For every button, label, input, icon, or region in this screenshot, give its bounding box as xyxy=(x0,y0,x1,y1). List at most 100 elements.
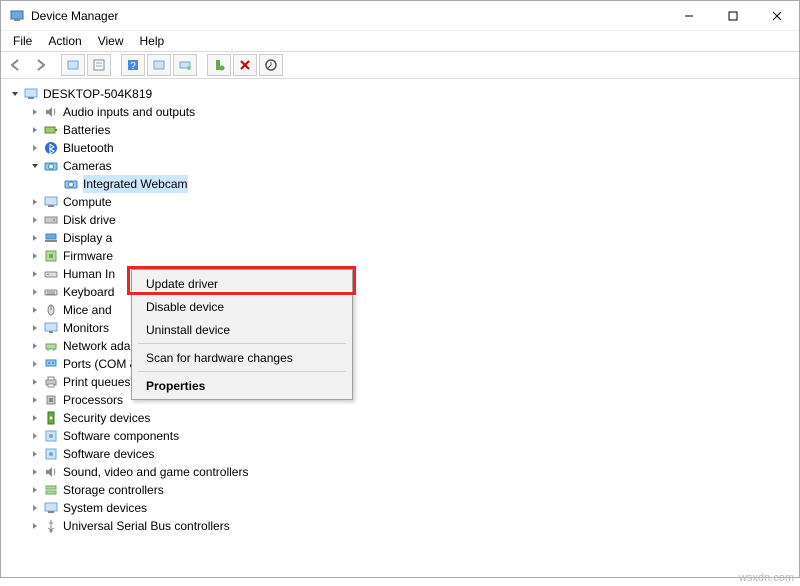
expand-toggle[interactable] xyxy=(29,124,41,136)
tree-item[interactable]: System devices xyxy=(5,499,795,517)
battery-icon xyxy=(43,122,59,138)
menu-file[interactable]: File xyxy=(5,32,40,50)
expand-toggle[interactable] xyxy=(29,304,41,316)
tree-item[interactable]: Compute xyxy=(5,193,795,211)
expand-toggle[interactable] xyxy=(29,502,41,514)
expand-toggle[interactable] xyxy=(9,88,21,100)
expand-toggle[interactable] xyxy=(29,340,41,352)
tree-item-label: Audio inputs and outputs xyxy=(63,103,195,121)
expand-toggle[interactable] xyxy=(29,430,41,442)
tree-item[interactable]: Monitors xyxy=(5,319,795,337)
expand-toggle[interactable] xyxy=(29,196,41,208)
tree-item-label: DESKTOP-504K819 xyxy=(43,85,152,103)
tree-item[interactable]: Cameras xyxy=(5,157,795,175)
expand-toggle[interactable] xyxy=(29,322,41,334)
toolbar-btn-4[interactable] xyxy=(147,54,171,76)
tree-item-label: Processors xyxy=(63,391,123,409)
minimize-button[interactable] xyxy=(667,2,711,30)
tree-item-label: Integrated Webcam xyxy=(83,175,188,193)
tree-item-label: Security devices xyxy=(63,409,150,427)
ctx-properties[interactable]: Properties xyxy=(134,374,350,397)
tree-item-label: Universal Serial Bus controllers xyxy=(63,517,230,535)
toolbar-btn-2[interactable] xyxy=(87,54,111,76)
tree-item[interactable]: Universal Serial Bus controllers xyxy=(5,517,795,535)
ctx-update-driver[interactable]: Update driver xyxy=(134,272,350,295)
tree-item-label: Firmware xyxy=(63,247,113,265)
tree-item[interactable]: Disk drive xyxy=(5,211,795,229)
close-button[interactable] xyxy=(755,2,799,30)
back-button[interactable] xyxy=(5,58,27,72)
camera-icon xyxy=(43,158,59,174)
tree-item[interactable]: Ports (COM & LPT) xyxy=(5,355,795,373)
expand-toggle[interactable] xyxy=(29,358,41,370)
menu-view[interactable]: View xyxy=(90,32,132,50)
software-icon xyxy=(43,446,59,462)
tree-item-label: Mice and xyxy=(63,301,112,319)
tree-item[interactable]: Bluetooth xyxy=(5,139,795,157)
ctx-scan-hardware[interactable]: Scan for hardware changes xyxy=(134,346,350,369)
maximize-button[interactable] xyxy=(711,2,755,30)
display-icon xyxy=(43,230,59,246)
toolbar-btn-uninstall[interactable] xyxy=(233,54,257,76)
tree-item[interactable]: Firmware xyxy=(5,247,795,265)
titlebar: Device Manager xyxy=(1,1,799,31)
tree-item[interactable]: Software components xyxy=(5,427,795,445)
cpu-icon xyxy=(43,392,59,408)
tree-item[interactable]: Sound, video and game controllers xyxy=(5,463,795,481)
app-icon xyxy=(9,8,25,24)
tree-item-label: Sound, video and game controllers xyxy=(63,463,248,481)
ctx-disable-device[interactable]: Disable device xyxy=(134,295,350,318)
forward-button[interactable] xyxy=(29,58,51,72)
tree-item[interactable]: Network adapters xyxy=(5,337,795,355)
expand-toggle[interactable] xyxy=(29,142,41,154)
toolbar-btn-help[interactable]: ? xyxy=(121,54,145,76)
tree-item[interactable]: Software devices xyxy=(5,445,795,463)
expand-spacer xyxy=(49,178,61,190)
menu-action[interactable]: Action xyxy=(40,32,89,50)
tree-item[interactable]: Processors xyxy=(5,391,795,409)
menu-help[interactable]: Help xyxy=(132,32,173,50)
expand-toggle[interactable] xyxy=(29,448,41,460)
expand-toggle[interactable] xyxy=(29,394,41,406)
tree-item[interactable]: Print queues xyxy=(5,373,795,391)
tree-item[interactable]: Audio inputs and outputs xyxy=(5,103,795,121)
tree-item[interactable]: Keyboard xyxy=(5,283,795,301)
expand-toggle[interactable] xyxy=(29,214,41,226)
expand-toggle[interactable] xyxy=(29,160,41,172)
toolbar-btn-1[interactable] xyxy=(61,54,85,76)
tree-item-label: Bluetooth xyxy=(63,139,114,157)
tree-item-label: Software components xyxy=(63,427,179,445)
disk-icon xyxy=(43,212,59,228)
expand-toggle[interactable] xyxy=(29,286,41,298)
tree-item[interactable]: Mice and xyxy=(5,301,795,319)
tree-item[interactable]: Batteries xyxy=(5,121,795,139)
toolbar-btn-8[interactable] xyxy=(259,54,283,76)
tree-item-label: Print queues xyxy=(63,373,130,391)
tree-item[interactable]: Storage controllers xyxy=(5,481,795,499)
ctx-uninstall-device[interactable]: Uninstall device xyxy=(134,318,350,341)
expand-toggle[interactable] xyxy=(29,412,41,424)
expand-toggle[interactable] xyxy=(29,484,41,496)
toolbar-btn-5[interactable] xyxy=(173,54,197,76)
expand-toggle[interactable] xyxy=(29,232,41,244)
content-area[interactable]: DESKTOP-504K819Audio inputs and outputsB… xyxy=(1,79,799,577)
ctx-sep-1 xyxy=(138,343,346,344)
device-tree[interactable]: DESKTOP-504K819Audio inputs and outputsB… xyxy=(5,85,795,535)
tree-item[interactable]: Display a xyxy=(5,229,795,247)
expand-toggle[interactable] xyxy=(29,376,41,388)
toolbar-btn-6[interactable] xyxy=(207,54,231,76)
tree-item[interactable]: DESKTOP-504K819 xyxy=(5,85,795,103)
tree-item[interactable]: Security devices xyxy=(5,409,795,427)
menubar: File Action View Help xyxy=(1,31,799,51)
tree-item[interactable]: Integrated Webcam xyxy=(5,175,795,193)
expand-toggle[interactable] xyxy=(29,268,41,280)
keyboard-icon xyxy=(43,284,59,300)
expand-toggle[interactable] xyxy=(29,250,41,262)
hid-icon xyxy=(43,266,59,282)
expand-toggle[interactable] xyxy=(29,466,41,478)
bluetooth-icon xyxy=(43,140,59,156)
expand-toggle[interactable] xyxy=(29,106,41,118)
tree-item[interactable]: Human In xyxy=(5,265,795,283)
tree-item-label: Batteries xyxy=(63,121,110,139)
expand-toggle[interactable] xyxy=(29,520,41,532)
